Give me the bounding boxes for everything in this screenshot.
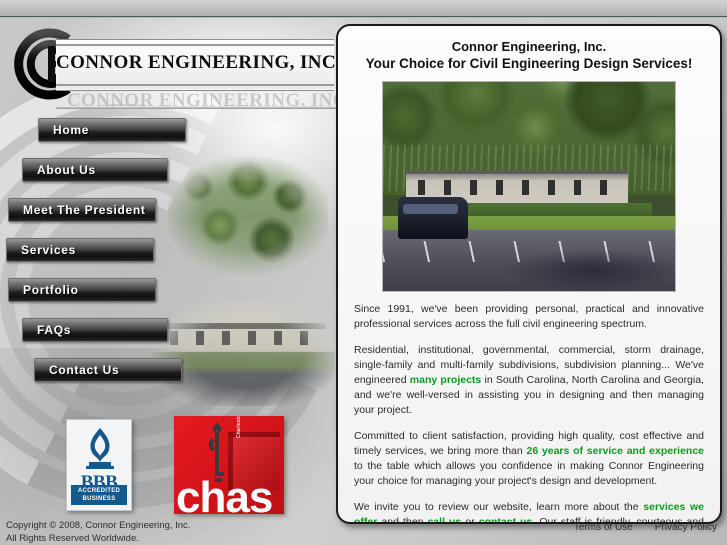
body-paragraph: Committed to client satisfaction, provid…	[354, 429, 704, 489]
chamber-vertical-text: Charleston Metro Chamber of Commerce	[236, 416, 242, 438]
hero-building-windows	[418, 180, 611, 195]
panel-heading-line2: Your Choice for Civil Engineering Design…	[365, 56, 693, 71]
nav-item-label: About Us	[37, 163, 96, 177]
body-text: We invite you to review our website, lea…	[354, 501, 644, 513]
copyright-notice: Copyright © 2008, Connor Engineering, In…	[6, 519, 190, 545]
bbb-accredited-label: ACCREDITED BUSINESS	[71, 485, 127, 505]
nav-item-label: Home	[53, 123, 90, 137]
nav-item-about-us[interactable]: About Us	[22, 158, 168, 182]
panel-heading-line1: Connor Engineering, Inc.	[451, 39, 607, 54]
body-copy: Since 1991, we've been providing persona…	[348, 292, 710, 522]
hero-tree-shadow	[505, 249, 675, 291]
bbb-accredited-line2: BUSINESS	[82, 496, 116, 502]
inline-link[interactable]: many projects	[410, 374, 482, 386]
hero-pickup-truck	[397, 196, 468, 239]
nav-item-label: Contact Us	[49, 363, 120, 377]
chas-wordmark: chas	[176, 473, 273, 515]
page-root: CONNOR ENGINEERING, INC. CONNOR ENGINEER…	[0, 0, 727, 545]
bbb-torch-icon	[86, 428, 114, 469]
nav-item-portfolio[interactable]: Portfolio	[8, 278, 156, 302]
nameplate-rule-top	[56, 44, 334, 46]
nav-item-label: Meet The President	[23, 203, 146, 217]
footer-link-terms-of-use[interactable]: Terms of Use	[574, 522, 633, 533]
body-text: Since 1991, we've been providing persona…	[354, 303, 704, 330]
nav-item-meet-the-president[interactable]: Meet The President	[8, 198, 156, 222]
company-name: CONNOR ENGINEERING, INC.	[56, 52, 342, 73]
inline-link[interactable]: 26 years of service and experience	[526, 445, 704, 457]
logo-nameplate: CONNOR ENGINEERING, INC.	[56, 39, 342, 91]
nav-item-services[interactable]: Services	[6, 238, 154, 262]
copyright-line1: Copyright © 2008, Connor Engineering, In…	[6, 520, 191, 531]
charleston-chamber-badge[interactable]: Charleston Metro Chamber of Commerce cha…	[174, 416, 284, 514]
footer-links: Terms of Use Privacy Policy	[552, 522, 717, 533]
site-header: CONNOR ENGINEERING, INC. CONNOR ENGINEER…	[0, 18, 352, 111]
nav-item-faqs[interactable]: FAQs	[22, 318, 168, 342]
bbb-accredited-business-badge[interactable]: BBB ACCREDITED BUSINESS	[66, 419, 132, 511]
site-footer: Copyright © 2008, Connor Engineering, In…	[0, 513, 727, 545]
browser-chrome-bar	[0, 0, 727, 17]
nameplate-rule-bottom	[56, 84, 334, 86]
primary-navigation: Home About Us Meet The President Services Po…	[0, 118, 330, 398]
bbb-accredited-line1: ACCREDITED	[77, 488, 121, 494]
nav-item-contact-us[interactable]: Contact Us	[34, 358, 182, 382]
nav-item-label: Services	[21, 243, 76, 257]
body-paragraph: Residential, institutional, governmental…	[354, 343, 704, 418]
body-text: to the table which allows you confidence…	[354, 460, 704, 487]
nav-item-home[interactable]: Home	[38, 118, 186, 142]
footer-link-privacy-policy[interactable]: Privacy Policy	[655, 522, 717, 533]
body-paragraph: Since 1991, we've been providing persona…	[354, 302, 704, 332]
copyright-line2: All Rights Reserved Worldwide.	[6, 533, 139, 544]
panel-heading: Connor Engineering, Inc. Your Choice for…	[348, 38, 710, 72]
nav-item-label: Portfolio	[23, 283, 79, 297]
header-divider	[56, 106, 340, 109]
hero-photo	[382, 81, 676, 292]
main-content-panel: Connor Engineering, Inc. Your Choice for…	[336, 24, 722, 524]
nav-item-label: FAQs	[37, 323, 72, 337]
